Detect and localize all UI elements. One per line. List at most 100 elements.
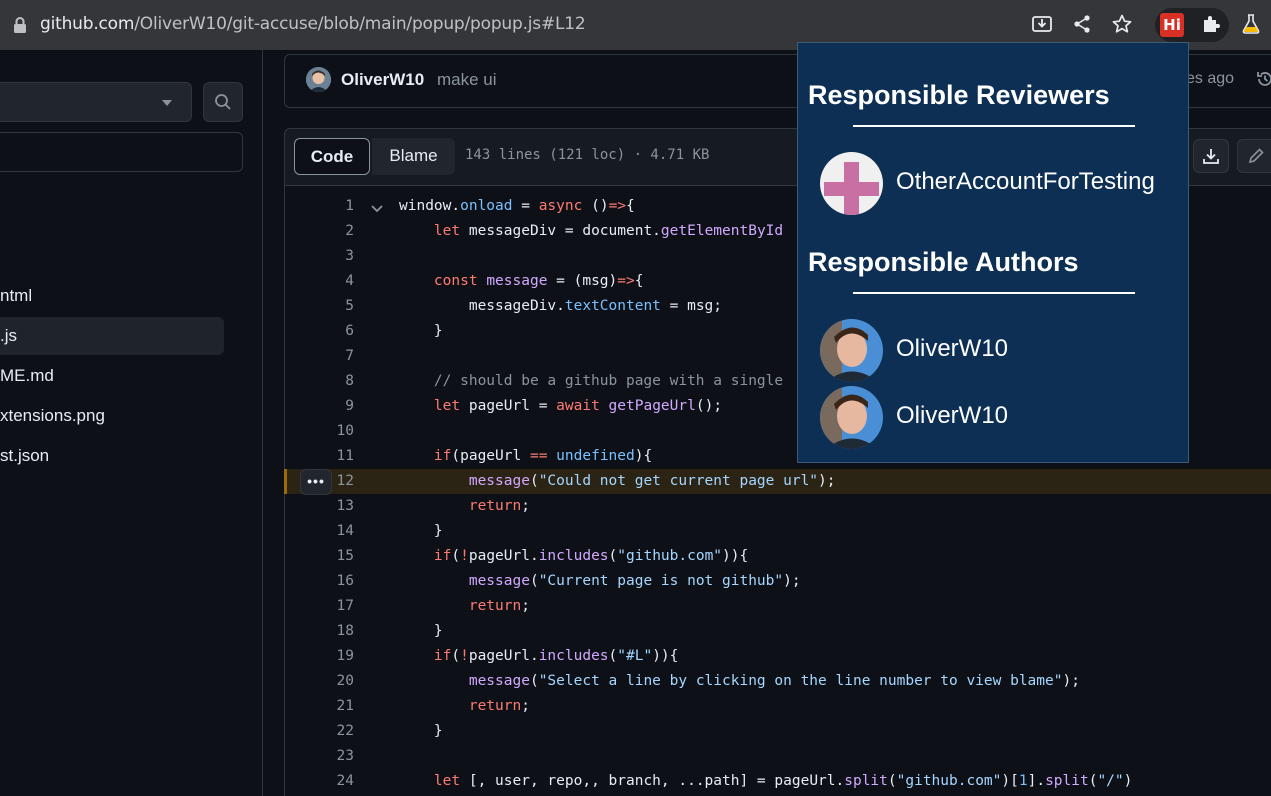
line-number[interactable]: 1: [284, 194, 354, 219]
go-to-file-input[interactable]: [0, 132, 243, 172]
edit-button[interactable]: [1237, 139, 1271, 173]
person-avatar-icon: [306, 67, 331, 92]
download-icon: [1203, 149, 1219, 164]
line-number[interactable]: 11: [284, 444, 354, 469]
line-options-button[interactable]: •••: [300, 469, 332, 495]
line-number[interactable]: 3: [284, 244, 354, 269]
code-text: return;: [468, 498, 530, 514]
labs-flask-icon[interactable]: [1240, 13, 1262, 35]
avatar: [820, 386, 883, 449]
code-line: 24 let [, user, repo,, branch, ...path] …: [284, 769, 1271, 794]
reviewer-name: OtherAccountForTesting: [896, 168, 1155, 195]
line-number[interactable]: 9: [284, 394, 354, 419]
line-number[interactable]: 22: [284, 719, 354, 744]
search-icon: [215, 94, 231, 110]
chevron-down-icon[interactable]: [370, 202, 384, 216]
line-number[interactable]: 13: [284, 494, 354, 519]
code-line: 16 message("Current page is not github")…: [284, 569, 1271, 594]
bookmark-star-icon[interactable]: [1111, 13, 1133, 35]
code-line: 18 }: [284, 619, 1271, 644]
line-number[interactable]: 19: [284, 644, 354, 669]
code-line: 19 if(!pageUrl.includes("#L")){: [284, 644, 1271, 669]
code-text: const message = (msg)=>{: [433, 273, 644, 289]
code-text: }: [399, 523, 443, 539]
person-avatar-icon: [820, 386, 883, 449]
line-number[interactable]: 17: [284, 594, 354, 619]
url-domain: github.com: [40, 14, 135, 34]
file-tree-item-active[interactable]: .js: [0, 317, 224, 355]
commit-message-link[interactable]: make ui: [437, 70, 497, 90]
code-tab[interactable]: Code: [294, 138, 370, 175]
chevron-down-icon: [162, 100, 172, 106]
code-text: message("Could not get current page url"…: [468, 473, 836, 489]
divider: [853, 125, 1135, 127]
file-tree-item[interactable]: st.json: [0, 437, 49, 475]
code-text: if(pageUrl == undefined){: [433, 448, 653, 464]
code-text: return;: [468, 698, 530, 714]
line-number[interactable]: 7: [284, 344, 354, 369]
highlight-marker: [284, 469, 287, 494]
reviewers-heading: Responsible Reviewers: [808, 80, 1110, 110]
code-line-highlighted: 12 message("Could not get current page u…: [284, 469, 1271, 494]
code-line: 13 return;: [284, 494, 1271, 519]
author-entry[interactable]: OliverW10: [820, 319, 1180, 383]
line-number[interactable]: 14: [284, 519, 354, 544]
line-number[interactable]: 6: [284, 319, 354, 344]
url-path: /OliverW10/git-accuse/blob/main/popup/po…: [134, 14, 586, 34]
line-number[interactable]: 8: [284, 369, 354, 394]
code-text: message("Current page is not github");: [468, 573, 801, 589]
line-number[interactable]: 16: [284, 569, 354, 594]
line-number[interactable]: 18: [284, 619, 354, 644]
code-line: 23: [284, 744, 1271, 769]
blame-tab[interactable]: Blame: [372, 138, 455, 175]
install-app-icon[interactable]: [1031, 13, 1053, 35]
code-text: }: [399, 723, 443, 739]
download-button[interactable]: [1193, 139, 1229, 173]
file-tree-item[interactable]: ME.md: [0, 357, 54, 395]
line-number[interactable]: 20: [284, 669, 354, 694]
lock-icon: [14, 17, 26, 33]
file-tree-item[interactable]: ntml: [0, 277, 32, 315]
divider: [853, 292, 1135, 294]
code-line: 17 return;: [284, 594, 1271, 619]
code-text: if(!pageUrl.includes("github.com")){: [433, 548, 749, 564]
avatar[interactable]: [306, 67, 331, 92]
code-text: return;: [468, 598, 530, 614]
puzzle-extensions-icon[interactable]: [1200, 13, 1222, 35]
code-text: message("Select a line by clicking on th…: [468, 673, 1080, 689]
avatar: [820, 319, 883, 382]
code-line: 14 }: [284, 519, 1271, 544]
git-accuse-extension-icon[interactable]: Hi: [1160, 13, 1184, 37]
line-number[interactable]: 5: [284, 294, 354, 319]
code-text: }: [399, 323, 443, 339]
code-line: 15 if(!pageUrl.includes("github.com")){: [284, 544, 1271, 569]
file-search-button[interactable]: [203, 82, 243, 122]
line-number[interactable]: 4: [284, 269, 354, 294]
code-text: }: [399, 623, 443, 639]
history-icon[interactable]: [1256, 70, 1271, 88]
reviewer-entry[interactable]: OtherAccountForTesting: [820, 152, 1180, 216]
line-number[interactable]: 2: [284, 219, 354, 244]
line-number[interactable]: 15: [284, 544, 354, 569]
code-text: window.onload = async ()=>{: [399, 198, 635, 214]
authors-heading: Responsible Authors: [808, 247, 1079, 277]
identicon-avatar-icon: [820, 152, 883, 215]
code-text: let pageUrl = await getPageUrl();: [433, 398, 723, 414]
code-line: 21 return;: [284, 694, 1271, 719]
code-text: messageDiv.textContent = msg;: [399, 298, 723, 314]
code-comment: // should be a github page with a single: [399, 373, 784, 389]
line-number[interactable]: 24: [284, 769, 354, 794]
share-icon[interactable]: [1071, 13, 1093, 35]
code-text: let messageDiv = document.getElementById: [433, 223, 784, 239]
avatar: [820, 152, 883, 215]
commit-author-link[interactable]: OliverW10: [341, 70, 424, 90]
author-name: OliverW10: [896, 402, 1009, 429]
line-number[interactable]: 10: [284, 419, 354, 444]
address-bar[interactable]: github.com/OliverW10/git-accuse/blob/mai…: [40, 14, 586, 34]
person-avatar-icon: [820, 319, 883, 382]
line-number[interactable]: 21: [284, 694, 354, 719]
author-name: OliverW10: [896, 335, 1009, 362]
file-tree-item[interactable]: xtensions.png: [0, 397, 105, 435]
author-entry[interactable]: OliverW10: [820, 386, 1180, 450]
line-number[interactable]: 23: [284, 744, 354, 769]
